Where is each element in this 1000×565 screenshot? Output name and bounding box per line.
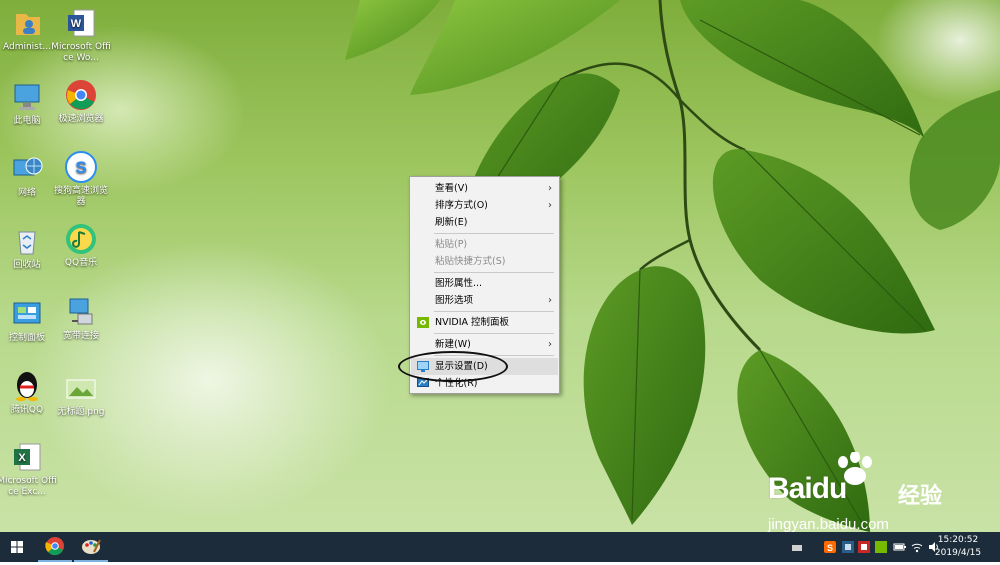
baidu-jingyan-watermark: Baidu 经验 jingyan.baidu.com — [768, 452, 968, 540]
menu-item-label: 刷新(E) — [435, 217, 468, 228]
onedrive-tray-icon[interactable] — [791, 541, 803, 553]
desktop-icon-label: Administ... — [3, 42, 51, 52]
desktop-icon-control-panel[interactable]: 控制面板 — [0, 297, 57, 344]
battery-icon[interactable] — [893, 541, 906, 553]
desktop-icon-broadband[interactable]: 宽带连接 — [51, 295, 111, 342]
paint-icon — [82, 539, 101, 554]
svg-text:X: X — [18, 452, 26, 464]
desktop-icon-label: 搜狗高速浏览器 — [53, 186, 108, 207]
computer-icon — [10, 80, 44, 114]
desktop-icon-label: Microsoft Office Wo... — [51, 42, 111, 63]
watermark-url: jingyan.baidu.com — [768, 516, 889, 533]
network-globe-icon — [10, 152, 44, 186]
chrome-taskbar[interactable] — [38, 532, 72, 562]
qq-music-icon — [64, 222, 98, 256]
menu-separator — [434, 333, 554, 334]
sogou-browser-icon: S — [64, 150, 98, 184]
menu-separator — [434, 272, 554, 273]
svg-text:W: W — [71, 18, 82, 30]
desktop-icon-label: 网络 — [17, 188, 36, 198]
desktop-icon-label: 宽带连接 — [62, 331, 99, 341]
menu-item-label: 粘贴(P) — [435, 239, 468, 250]
menu-item-refresh[interactable]: 刷新(E) — [411, 214, 558, 231]
start-button[interactable] — [0, 532, 34, 562]
menu-item-label: 排序方式(O) — [435, 200, 488, 211]
app-tray-icon[interactable] — [842, 541, 854, 553]
desktop-icon-sogou[interactable]: S 搜狗高速浏览器 — [51, 150, 111, 208]
nvidia-icon — [417, 317, 429, 328]
user-folder-icon — [10, 6, 44, 40]
desktop-icon-chrome[interactable]: 极速浏览器 — [51, 78, 111, 125]
qq-penguin-icon — [10, 369, 44, 403]
menu-item-graphics-options[interactable]: 图形选项 › — [411, 292, 558, 309]
clock-time[interactable]: 15:20:52 — [928, 535, 988, 545]
taskbar: S 15:20:52 2019/4/15 — [0, 532, 1000, 562]
desktop-icon-recycle-bin[interactable]: 回收站 — [0, 224, 57, 271]
app-tray-icon-2[interactable] — [858, 541, 870, 553]
excel-icon: X — [10, 440, 44, 474]
menu-item-paste-shortcut: 粘贴快捷方式(S) — [411, 253, 558, 270]
menu-item-nvidia-control-panel[interactable]: NVIDIA 控制面板 — [411, 314, 558, 331]
chevron-right-icon: › — [548, 339, 552, 350]
image-file-icon — [64, 371, 98, 405]
menu-separator — [434, 233, 554, 234]
menu-item-label: 粘贴快捷方式(S) — [435, 256, 506, 267]
chrome-icon — [45, 537, 64, 556]
annotation-ellipse — [398, 351, 508, 382]
desktop-icon-word[interactable]: W Microsoft Office Wo... — [51, 6, 111, 64]
menu-item-sort-by[interactable]: 排序方式(O) › — [411, 197, 558, 214]
sogou-input-icon[interactable]: S — [824, 541, 836, 553]
desktop-icon-administrator[interactable]: Administ... — [0, 6, 57, 53]
menu-separator — [434, 311, 554, 312]
broadband-connection-icon — [64, 295, 98, 329]
chevron-right-icon: › — [548, 200, 552, 211]
desktop-icon-label: 极速浏览器 — [58, 114, 104, 124]
control-panel-icon — [10, 297, 44, 331]
desktop-icon-label: 无标题.png — [57, 407, 105, 417]
watermark-jingyan: 经验 — [898, 484, 943, 509]
svg-text:S: S — [75, 158, 86, 177]
desktop-icon-label: QQ音乐 — [64, 258, 98, 268]
desktop-icon-label: 回收站 — [13, 260, 41, 270]
paint-taskbar[interactable] — [74, 532, 108, 562]
recycle-bin-icon — [10, 224, 44, 258]
desktop-icon-label: 腾讯QQ — [10, 405, 44, 415]
wifi-icon[interactable] — [911, 541, 923, 553]
menu-item-label: 图形选项 — [435, 295, 474, 306]
menu-item-paste: 粘贴(P) — [411, 236, 558, 253]
desktop-icon-label: 此电脑 — [13, 116, 41, 126]
chrome-icon — [64, 78, 98, 112]
clock-date[interactable]: 2019/4/15 — [928, 548, 988, 558]
menu-item-label: 查看(V) — [435, 183, 468, 194]
word-icon: W — [64, 6, 98, 40]
menu-item-new[interactable]: 新建(W) › — [411, 336, 558, 353]
desktop-icon-label: Microsoft Office Exc... — [0, 476, 57, 497]
chevron-right-icon: › — [548, 295, 552, 306]
desktop-icon-this-pc[interactable]: 此电脑 — [0, 80, 57, 127]
menu-item-graphics-properties[interactable]: 图形属性... — [411, 275, 558, 292]
nvidia-tray-icon[interactable] — [875, 541, 887, 553]
menu-item-label: 图形属性... — [435, 278, 483, 289]
desktop-icon-excel[interactable]: X Microsoft Office Exc... — [0, 440, 57, 498]
desktop-icon-network[interactable]: 网络 — [0, 152, 57, 199]
menu-item-view[interactable]: 查看(V) › — [411, 180, 558, 197]
windows-logo-icon — [11, 541, 23, 553]
chevron-right-icon: › — [548, 183, 552, 194]
desktop-icon-qq[interactable]: 腾讯QQ — [0, 369, 57, 416]
desktop-icon-qqmusic[interactable]: QQ音乐 — [51, 222, 111, 269]
menu-item-label: NVIDIA 控制面板 — [435, 317, 510, 328]
desktop-icon-untitled-png[interactable]: 无标题.png — [51, 371, 111, 418]
watermark-brand: Baidu — [768, 472, 847, 505]
svg-text:S: S — [827, 543, 833, 553]
desktop-icon-label: 控制面板 — [8, 333, 45, 343]
